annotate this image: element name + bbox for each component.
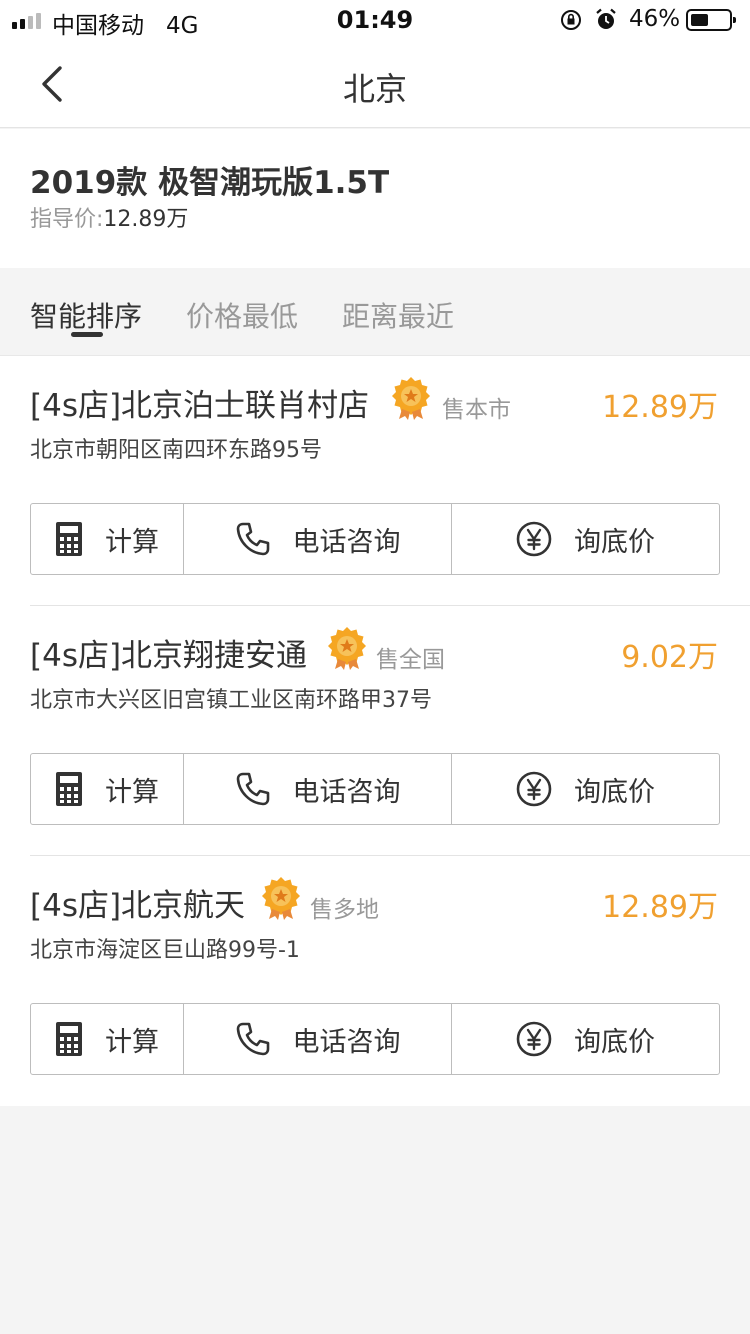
nav-bar: 北京	[0, 40, 750, 128]
inquire-price-label: 询底价	[574, 526, 655, 558]
medal-icon	[261, 876, 301, 920]
calculate-button[interactable]: 计算	[31, 1004, 183, 1074]
calculator-icon	[55, 521, 83, 557]
guide-price: 指导价:12.89万	[30, 201, 188, 233]
dealer-name: [4s店]北京泊士联肖村店	[30, 388, 370, 424]
dealer-list: [4s店]北京泊士联肖村店 售本市 12.89万 北京市朝阳区南四环东路95号 …	[0, 356, 750, 1106]
phone-consult-label: 电话咨询	[292, 526, 401, 558]
yen-icon	[516, 771, 552, 807]
medal-icon	[391, 376, 431, 420]
sort-tabs: 智能排序 价格最低 距离最近	[0, 268, 750, 356]
tab-nearest[interactable]: 距离最近	[342, 295, 454, 335]
dealer-name: [4s店]北京翔捷安通	[30, 638, 308, 674]
calculator-icon	[55, 1021, 83, 1057]
yen-icon	[516, 1021, 552, 1057]
calculate-label: 计算	[105, 776, 159, 808]
calculator-icon	[55, 771, 83, 807]
medal-icon	[327, 626, 367, 670]
inquire-price-label: 询底价	[574, 1026, 655, 1058]
inquire-price-button[interactable]: 询底价	[451, 754, 719, 824]
page-title: 北京	[342, 70, 407, 108]
status-bar: 中国移动 4G 01:49 46%	[0, 0, 750, 40]
yen-icon	[516, 521, 552, 557]
dealer-price: 9.02万	[621, 640, 718, 675]
dealer-address: 北京市海淀区巨山路99号-1	[30, 938, 300, 963]
inquire-price-button[interactable]: 询底价	[451, 504, 719, 574]
calculate-label: 计算	[105, 526, 159, 558]
dealer-address: 北京市朝阳区南四环东路95号	[30, 438, 322, 463]
tab-active-indicator	[71, 332, 103, 337]
list-item[interactable]: [4s店]北京翔捷安通 售全国 9.02万 北京市大兴区旧宫镇工业区南环路甲37…	[0, 606, 750, 856]
calculate-button[interactable]: 计算	[31, 504, 183, 574]
dealer-price: 12.89万	[602, 890, 718, 925]
guide-price-value: 12.89万	[103, 207, 189, 232]
dealer-price: 12.89万	[602, 390, 718, 425]
action-bar: 计算 电话咨询 询底价	[30, 753, 720, 825]
phone-icon	[235, 1021, 271, 1057]
battery-percent: 46%	[629, 6, 681, 32]
sale-scope-tag: 售全国	[376, 647, 445, 673]
inquire-price-label: 询底价	[574, 776, 655, 808]
action-bar: 计算 电话咨询 询底价	[30, 503, 720, 575]
phone-consult-button[interactable]: 电话咨询	[183, 504, 451, 574]
calculate-label: 计算	[105, 1026, 159, 1058]
phone-consult-button[interactable]: 电话咨询	[183, 1004, 451, 1074]
tab-smart-sort[interactable]: 智能排序	[30, 295, 142, 335]
sale-scope-tag: 售多地	[310, 897, 379, 923]
rotation-lock-icon	[561, 10, 581, 30]
phone-icon	[235, 771, 271, 807]
guide-price-label: 指导价:	[30, 207, 104, 232]
sale-scope-tag: 售本市	[442, 397, 511, 423]
dealer-name: [4s店]北京航天	[30, 888, 246, 924]
inquire-price-button[interactable]: 询底价	[451, 1004, 719, 1074]
list-item[interactable]: [4s店]北京泊士联肖村店 售本市 12.89万 北京市朝阳区南四环东路95号 …	[0, 356, 750, 606]
dealer-address: 北京市大兴区旧宫镇工业区南环路甲37号	[30, 688, 432, 713]
phone-consult-label: 电话咨询	[292, 1026, 401, 1058]
alarm-icon	[596, 8, 616, 29]
model-card: 2019款 极智潮玩版1.5T 指导价:12.89万	[0, 129, 750, 268]
phone-consult-label: 电话咨询	[292, 776, 401, 808]
battery-icon	[686, 9, 736, 31]
phone-consult-button[interactable]: 电话咨询	[183, 754, 451, 824]
tab-lowest-price[interactable]: 价格最低	[186, 295, 298, 335]
model-name: 2019款 极智潮玩版1.5T	[30, 165, 390, 201]
action-bar: 计算 电话咨询 询底价	[30, 1003, 720, 1075]
phone-icon	[235, 521, 271, 557]
calculate-button[interactable]: 计算	[31, 754, 183, 824]
list-item[interactable]: [4s店]北京航天 售多地 12.89万 北京市海淀区巨山路99号-1 计算 电…	[0, 856, 750, 1106]
